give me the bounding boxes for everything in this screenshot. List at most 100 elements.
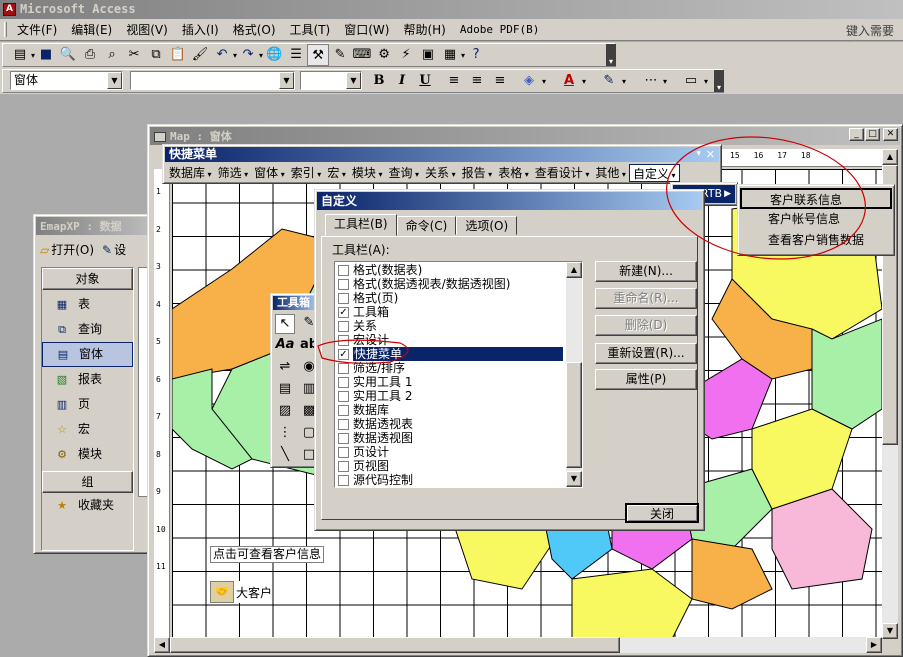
toolbar-checkbox[interactable] <box>338 446 349 458</box>
menu-format[interactable]: 格式(O) <box>226 20 283 40</box>
toolbar-checkbox[interactable] <box>338 432 349 444</box>
objects-header[interactable]: 对象 <box>42 268 133 290</box>
submenu-item-account[interactable]: 客户帐号信息 <box>740 209 892 230</box>
list-scroll-up-button[interactable]: ▲ <box>566 262 582 278</box>
save-icon[interactable]: ■ <box>35 44 57 66</box>
bold-button[interactable]: B <box>368 70 390 92</box>
hyperlink-icon[interactable]: 🌐 <box>263 44 285 66</box>
line-color-dropdown-icon[interactable]: ▾ <box>622 77 626 86</box>
submenu-item-contact[interactable]: 客户联系信息 <box>740 188 892 209</box>
menu-edit[interactable]: 编辑(E) <box>64 20 119 40</box>
code-icon[interactable]: ⌨ <box>351 44 373 66</box>
close-icon[interactable]: ✕ <box>706 147 715 162</box>
font-color-dropdown-icon[interactable]: ▾ <box>582 77 586 86</box>
objects-item-page[interactable]: ▥ 页 <box>42 392 133 417</box>
menu-file[interactable]: 文件(F) <box>10 20 64 40</box>
maximize-button[interactable]: □ <box>865 128 880 141</box>
list-scroll-down-button[interactable]: ▼ <box>566 471 582 487</box>
toolbar-list-item[interactable]: 格式(数据表) <box>335 263 565 277</box>
tab-toolbars[interactable]: 工具栏(B) <box>325 214 397 236</box>
object-combo[interactable]: 窗体 ▼ <box>10 71 123 90</box>
autoformat-icon[interactable]: ✎ <box>329 44 351 66</box>
line-width-dropdown-icon[interactable]: ▾ <box>663 77 667 86</box>
undo-icon[interactable]: ↶ <box>211 44 233 66</box>
toolbar-list-item[interactable]: 页设计 <box>335 445 565 459</box>
toolbar-list-item[interactable]: 宏设计 <box>335 333 565 347</box>
toolbar-checkbox[interactable] <box>338 390 349 402</box>
listbox-icon[interactable]: ▤ <box>275 380 295 400</box>
align-center-icon[interactable]: ≡ <box>466 70 488 92</box>
cut-icon[interactable]: ✂ <box>123 44 145 66</box>
toolbar-list-item[interactable]: 数据透视图 <box>335 431 565 445</box>
close-dialog-button[interactable]: 关闭 <box>625 503 699 523</box>
toolbar-checkbox[interactable]: ✓ <box>338 306 349 318</box>
close-button[interactable]: ✕ <box>883 128 898 141</box>
quick-menu-item[interactable]: 表格 ▾ <box>495 164 532 182</box>
chevron-down-icon[interactable]: ▼ <box>279 72 294 89</box>
copy-icon[interactable]: ⧉ <box>145 44 167 66</box>
menu-view[interactable]: 视图(V) <box>119 20 175 40</box>
format-painter-icon[interactable]: 🖌 <box>189 44 211 66</box>
toolbar-checkbox[interactable] <box>338 418 349 430</box>
page-break-icon[interactable]: ⋮ <box>275 424 295 444</box>
quick-menu-item[interactable]: 筛选 ▾ <box>215 164 252 182</box>
toolbars-list[interactable]: 格式(数据表) 格式(数据透视表/数据透视图) 格式(页) ✓ 工具箱 关系 宏设计 ✓ 快捷菜… <box>334 261 583 488</box>
toolbar-list-item[interactable]: 筛选/排序 <box>335 361 565 375</box>
toolbar-checkbox[interactable] <box>338 320 349 332</box>
list-scroll-thumb[interactable] <box>566 362 582 468</box>
quick-menu-item[interactable]: 窗体 ▾ <box>251 164 288 182</box>
groups-header[interactable]: 组 <box>42 471 133 493</box>
toolbar-checkbox[interactable] <box>338 404 349 416</box>
big-customer-control[interactable]: 🤝 大客户 <box>210 581 273 603</box>
image-icon[interactable]: ▨ <box>275 402 295 422</box>
line-width-icon[interactable]: ⋯ <box>640 70 662 92</box>
objects-item-table[interactable]: ▦ 表 <box>42 292 133 317</box>
scroll-right-button[interactable]: ▶ <box>866 637 882 653</box>
open-button[interactable]: 打开(O) <box>51 241 94 258</box>
field-list-icon[interactable]: ☰ <box>285 44 307 66</box>
chevron-down-icon[interactable]: ▼ <box>346 72 361 89</box>
menu-help[interactable]: 帮助(H) <box>396 20 452 40</box>
objects-item-macro[interactable]: ☆ 宏 <box>42 417 133 442</box>
toolbar-list-item[interactable]: 页视图 <box>335 459 565 473</box>
toolbar-list-item[interactable]: ✓ 快捷菜单 <box>335 347 565 361</box>
toolbar-checkbox[interactable] <box>338 278 349 290</box>
objects-item-module[interactable]: ⚙ 模块 <box>42 442 133 467</box>
scroll-up-button[interactable]: ▲ <box>882 149 898 165</box>
quick-menu-item[interactable]: 关系 ▾ <box>422 164 459 182</box>
font-color-icon[interactable]: A <box>558 70 580 92</box>
new-object-icon[interactable]: ▦ <box>439 44 461 66</box>
redo-icon[interactable]: ↷ <box>237 44 259 66</box>
toolbar-checkbox[interactable] <box>338 292 349 304</box>
line-color-icon[interactable]: ✎ <box>598 70 620 92</box>
objects-item-query[interactable]: ⧉ 查询 <box>42 317 133 342</box>
toolbar-checkbox[interactable] <box>338 334 349 346</box>
view-icon[interactable]: ▤ <box>9 44 31 66</box>
scroll-left-button[interactable]: ◀ <box>154 637 170 653</box>
quick-menu-item[interactable]: 宏 ▾ <box>324 164 349 182</box>
design-button[interactable]: 设 <box>114 241 126 258</box>
file-search-icon[interactable]: 🔍 <box>57 44 79 66</box>
toolbar-list-item[interactable]: 格式(数据透视表/数据透视图) <box>335 277 565 291</box>
toolbox-titlebar[interactable]: 工具箱 <box>273 296 317 310</box>
toolbar-options-icon[interactable]: ▾ <box>606 44 616 66</box>
toolbar-list-item[interactable]: 格式(页) <box>335 291 565 305</box>
italic-button[interactable]: I <box>391 70 413 92</box>
fill-color-icon[interactable]: ◈ <box>518 70 540 92</box>
toolbox-icon[interactable]: ⚒ <box>307 44 330 66</box>
customer-info-label[interactable]: 点击可查看客户信息 <box>210 546 325 563</box>
label-icon[interactable]: Aa <box>275 336 295 356</box>
toolbar-list-item[interactable]: 数据库 <box>335 403 565 417</box>
properties-icon[interactable]: ⚙ <box>373 44 395 66</box>
scroll-down-button[interactable]: ▼ <box>882 623 898 639</box>
objects-item-report[interactable]: ▧ 报表 <box>42 367 133 392</box>
line-icon[interactable]: ╲ <box>275 446 295 466</box>
tab-commands[interactable]: 命令(C) <box>396 216 457 235</box>
menu-window[interactable]: 窗口(W) <box>337 20 396 40</box>
toolbar-list-item[interactable]: 关系 <box>335 319 565 333</box>
font-name-combo[interactable]: ▼ <box>130 71 295 90</box>
toolbar-checkbox[interactable] <box>338 460 349 472</box>
menu-insert[interactable]: 插入(I) <box>175 20 226 40</box>
toggle-icon[interactable]: ⇌ <box>275 358 295 378</box>
toolbar-list-item[interactable]: 实用工具 2 <box>335 389 565 403</box>
